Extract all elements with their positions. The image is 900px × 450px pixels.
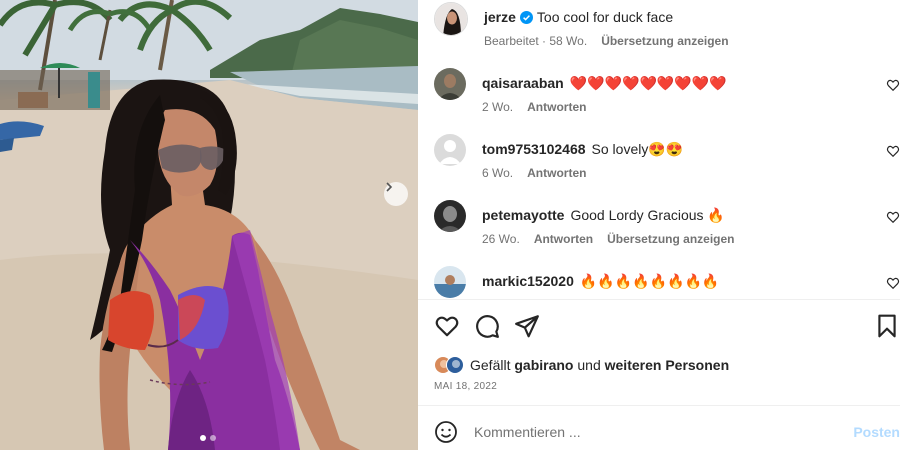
commenter-avatar[interactable]: [434, 68, 466, 100]
post-action-bar: [434, 313, 900, 341]
comment-text: So lovely😍😍: [591, 141, 684, 157]
comment-username[interactable]: tom9753102468: [482, 140, 586, 158]
carousel-dot-active: [200, 435, 206, 441]
commenter-avatar-image: [434, 68, 466, 100]
heart-icon[interactable]: [434, 313, 460, 339]
carousel-next-button[interactable]: [384, 182, 408, 206]
bookmark-icon[interactable]: [874, 313, 900, 339]
likes-summary[interactable]: Gefällt gabirano und weiteren Personen: [434, 356, 729, 374]
beach-photo-illustration: [0, 0, 418, 450]
other-likers-link[interactable]: weiteren Personen: [605, 357, 730, 373]
comment-username[interactable]: qaisaraaban: [482, 74, 564, 92]
paper-plane-icon[interactable]: [514, 313, 540, 339]
carousel-indicator: [200, 435, 216, 441]
translate-comment-button[interactable]: Übersetzung anzeigen: [607, 232, 734, 246]
comment-like-heart-icon[interactable]: [886, 276, 900, 290]
divider: [418, 405, 900, 406]
post-details-panel: jerze Too cool for duck face Bearbeitet …: [418, 0, 900, 450]
comment-text: 🔥🔥🔥🔥🔥🔥🔥🔥: [579, 273, 720, 289]
caption-text: Too cool for duck face: [536, 9, 674, 25]
reply-button[interactable]: Antworten: [527, 100, 586, 114]
commenter-avatar-image: [434, 266, 466, 298]
comment-like-heart-icon[interactable]: [886, 144, 900, 158]
reply-button[interactable]: Antworten: [527, 166, 586, 180]
post-caption: jerze Too cool for duck face Bearbeitet …: [434, 2, 729, 48]
likes-text: Gefällt gabirano und weiteren Personen: [470, 357, 729, 373]
commenter-avatar[interactable]: [434, 200, 466, 232]
comment-age: 2 Wo.: [482, 100, 514, 114]
comment-composer: Posten: [434, 418, 900, 446]
comment-item: petemayotte Good Lordy Gracious 🔥 26 Wo.…: [434, 200, 900, 246]
author-avatar[interactable]: [434, 2, 468, 36]
chevron-right-icon: [386, 182, 393, 192]
comment-bubble-icon[interactable]: [474, 313, 500, 339]
comment-age: 26 Wo.: [482, 232, 520, 246]
verified-badge-icon: [519, 10, 533, 24]
comment-text: ❤️❤️❤️❤️❤️❤️❤️❤️❤️: [569, 75, 727, 91]
author-username[interactable]: jerze: [484, 8, 516, 26]
likes-joiner: und: [577, 357, 601, 373]
liker-username[interactable]: gabirano: [514, 357, 573, 373]
comment-item: tom9753102468 So lovely😍😍 6 Wo. Antworte…: [434, 134, 900, 180]
default-avatar-icon: [434, 134, 466, 166]
comment-like-heart-icon[interactable]: [886, 78, 900, 92]
carousel-dot: [210, 435, 216, 441]
comment-item: qaisaraaban ❤️❤️❤️❤️❤️❤️❤️❤️❤️ 2 Wo. Ant…: [434, 68, 900, 114]
post-comment-button[interactable]: Posten: [853, 424, 900, 440]
commenter-avatar[interactable]: [434, 134, 466, 166]
comment-username[interactable]: markic152020: [482, 272, 574, 290]
liker-avatar: [446, 356, 464, 374]
post-date: MAI 18, 2022: [434, 381, 498, 392]
author-avatar-image: [435, 3, 467, 35]
comment-text: Good Lordy Gracious 🔥: [570, 207, 725, 223]
post-age: 58 Wo.: [549, 34, 588, 48]
comment-username[interactable]: petemayotte: [482, 206, 564, 224]
post-photo[interactable]: [0, 0, 418, 450]
comment-input[interactable]: [474, 424, 834, 440]
edited-label: Bearbeitet: [484, 34, 539, 48]
translate-caption-button[interactable]: Übersetzung anzeigen: [601, 34, 728, 48]
comment-item: markic152020 🔥🔥🔥🔥🔥🔥🔥🔥: [434, 266, 900, 298]
divider: [418, 299, 900, 300]
commenter-avatar-image: [434, 200, 466, 232]
likes-prefix: Gefällt: [470, 357, 511, 373]
comment-like-heart-icon[interactable]: [886, 210, 900, 224]
smiley-icon[interactable]: [434, 420, 458, 444]
commenter-avatar[interactable]: [434, 266, 466, 298]
comment-age: 6 Wo.: [482, 166, 514, 180]
reply-button[interactable]: Antworten: [534, 232, 593, 246]
